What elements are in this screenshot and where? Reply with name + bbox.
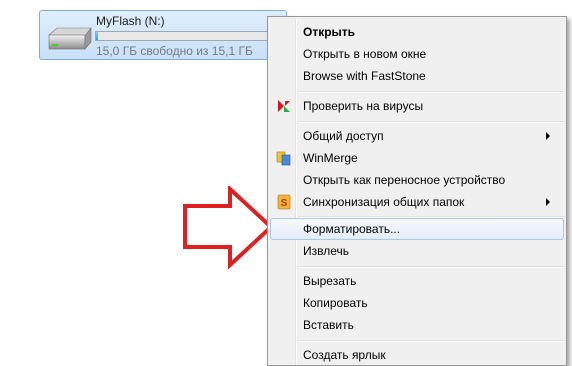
- drive-tile[interactable]: MyFlash (N:) 15,0 ГБ свободно из 15,1 ГБ: [39, 10, 287, 60]
- menu-item-eject[interactable]: Извлечь: [270, 240, 564, 262]
- kaspersky-icon: [278, 100, 290, 112]
- sync-icon: S: [277, 194, 291, 210]
- menu-item-copy[interactable]: Копировать: [270, 292, 564, 314]
- menu-item-label: Вставить: [303, 318, 354, 332]
- menu-item-sync-folders[interactable]: S Синхронизация общих папок: [270, 191, 564, 213]
- winmerge-icon: [276, 151, 291, 166]
- usb-drive-icon: [48, 27, 92, 50]
- menu-item-create-shortcut[interactable]: Создать ярлык: [270, 344, 564, 366]
- menu-item-label: Копировать: [303, 296, 368, 310]
- drive-usage-bar: [95, 31, 273, 41]
- red-arrow-annotation: [183, 186, 274, 270]
- context-menu: Открыть Открыть в новом окне Browse with…: [267, 16, 567, 366]
- submenu-arrow-icon: [546, 132, 550, 140]
- drive-usage-fill: [96, 32, 98, 40]
- menu-item-paste[interactable]: Вставить: [270, 314, 564, 336]
- menu-item-winmerge[interactable]: WinMerge: [270, 147, 564, 169]
- menu-item-open-portable[interactable]: Открыть как переносное устройство: [270, 169, 564, 191]
- menu-separator: [298, 340, 564, 342]
- menu-item-open-new-window[interactable]: Открыть в новом окне: [270, 43, 564, 65]
- menu-item-scan-virus[interactable]: Проверить на вирусы: [270, 95, 564, 117]
- menu-item-label: Вырезать: [303, 274, 357, 288]
- menu-item-sharing[interactable]: Общий доступ: [270, 125, 564, 147]
- menu-item-label: Общий доступ: [303, 129, 384, 143]
- menu-separator: [298, 266, 564, 268]
- menu-item-cut[interactable]: Вырезать: [270, 270, 564, 292]
- menu-separator: [298, 121, 564, 123]
- menu-item-label: Browse with FastStone: [303, 69, 426, 83]
- menu-item-label: Синхронизация общих папок: [303, 195, 465, 209]
- menu-separator: [298, 91, 564, 93]
- svg-text:S: S: [281, 198, 288, 209]
- menu-item-label: Форматировать...: [303, 222, 401, 236]
- menu-item-label: Проверить на вирусы: [303, 99, 424, 113]
- menu-item-label: Открыть в новом окне: [303, 47, 427, 61]
- menu-item-label: Извлечь: [303, 244, 350, 258]
- menu-item-format[interactable]: Форматировать...: [270, 218, 564, 240]
- drive-name: MyFlash (N:): [96, 14, 165, 28]
- menu-item-label: Открыть: [303, 25, 356, 39]
- menu-item-label: Создать ярлык: [303, 348, 386, 362]
- menu-item-label: Открыть как переносное устройство: [303, 173, 506, 187]
- menu-item-label: WinMerge: [303, 151, 358, 165]
- submenu-arrow-icon: [546, 198, 550, 206]
- menu-item-browse-faststone[interactable]: Browse with FastStone: [270, 65, 564, 87]
- drive-space-text: 15,0 ГБ свободно из 15,1 ГБ: [96, 44, 253, 58]
- menu-item-open[interactable]: Открыть: [270, 21, 564, 43]
